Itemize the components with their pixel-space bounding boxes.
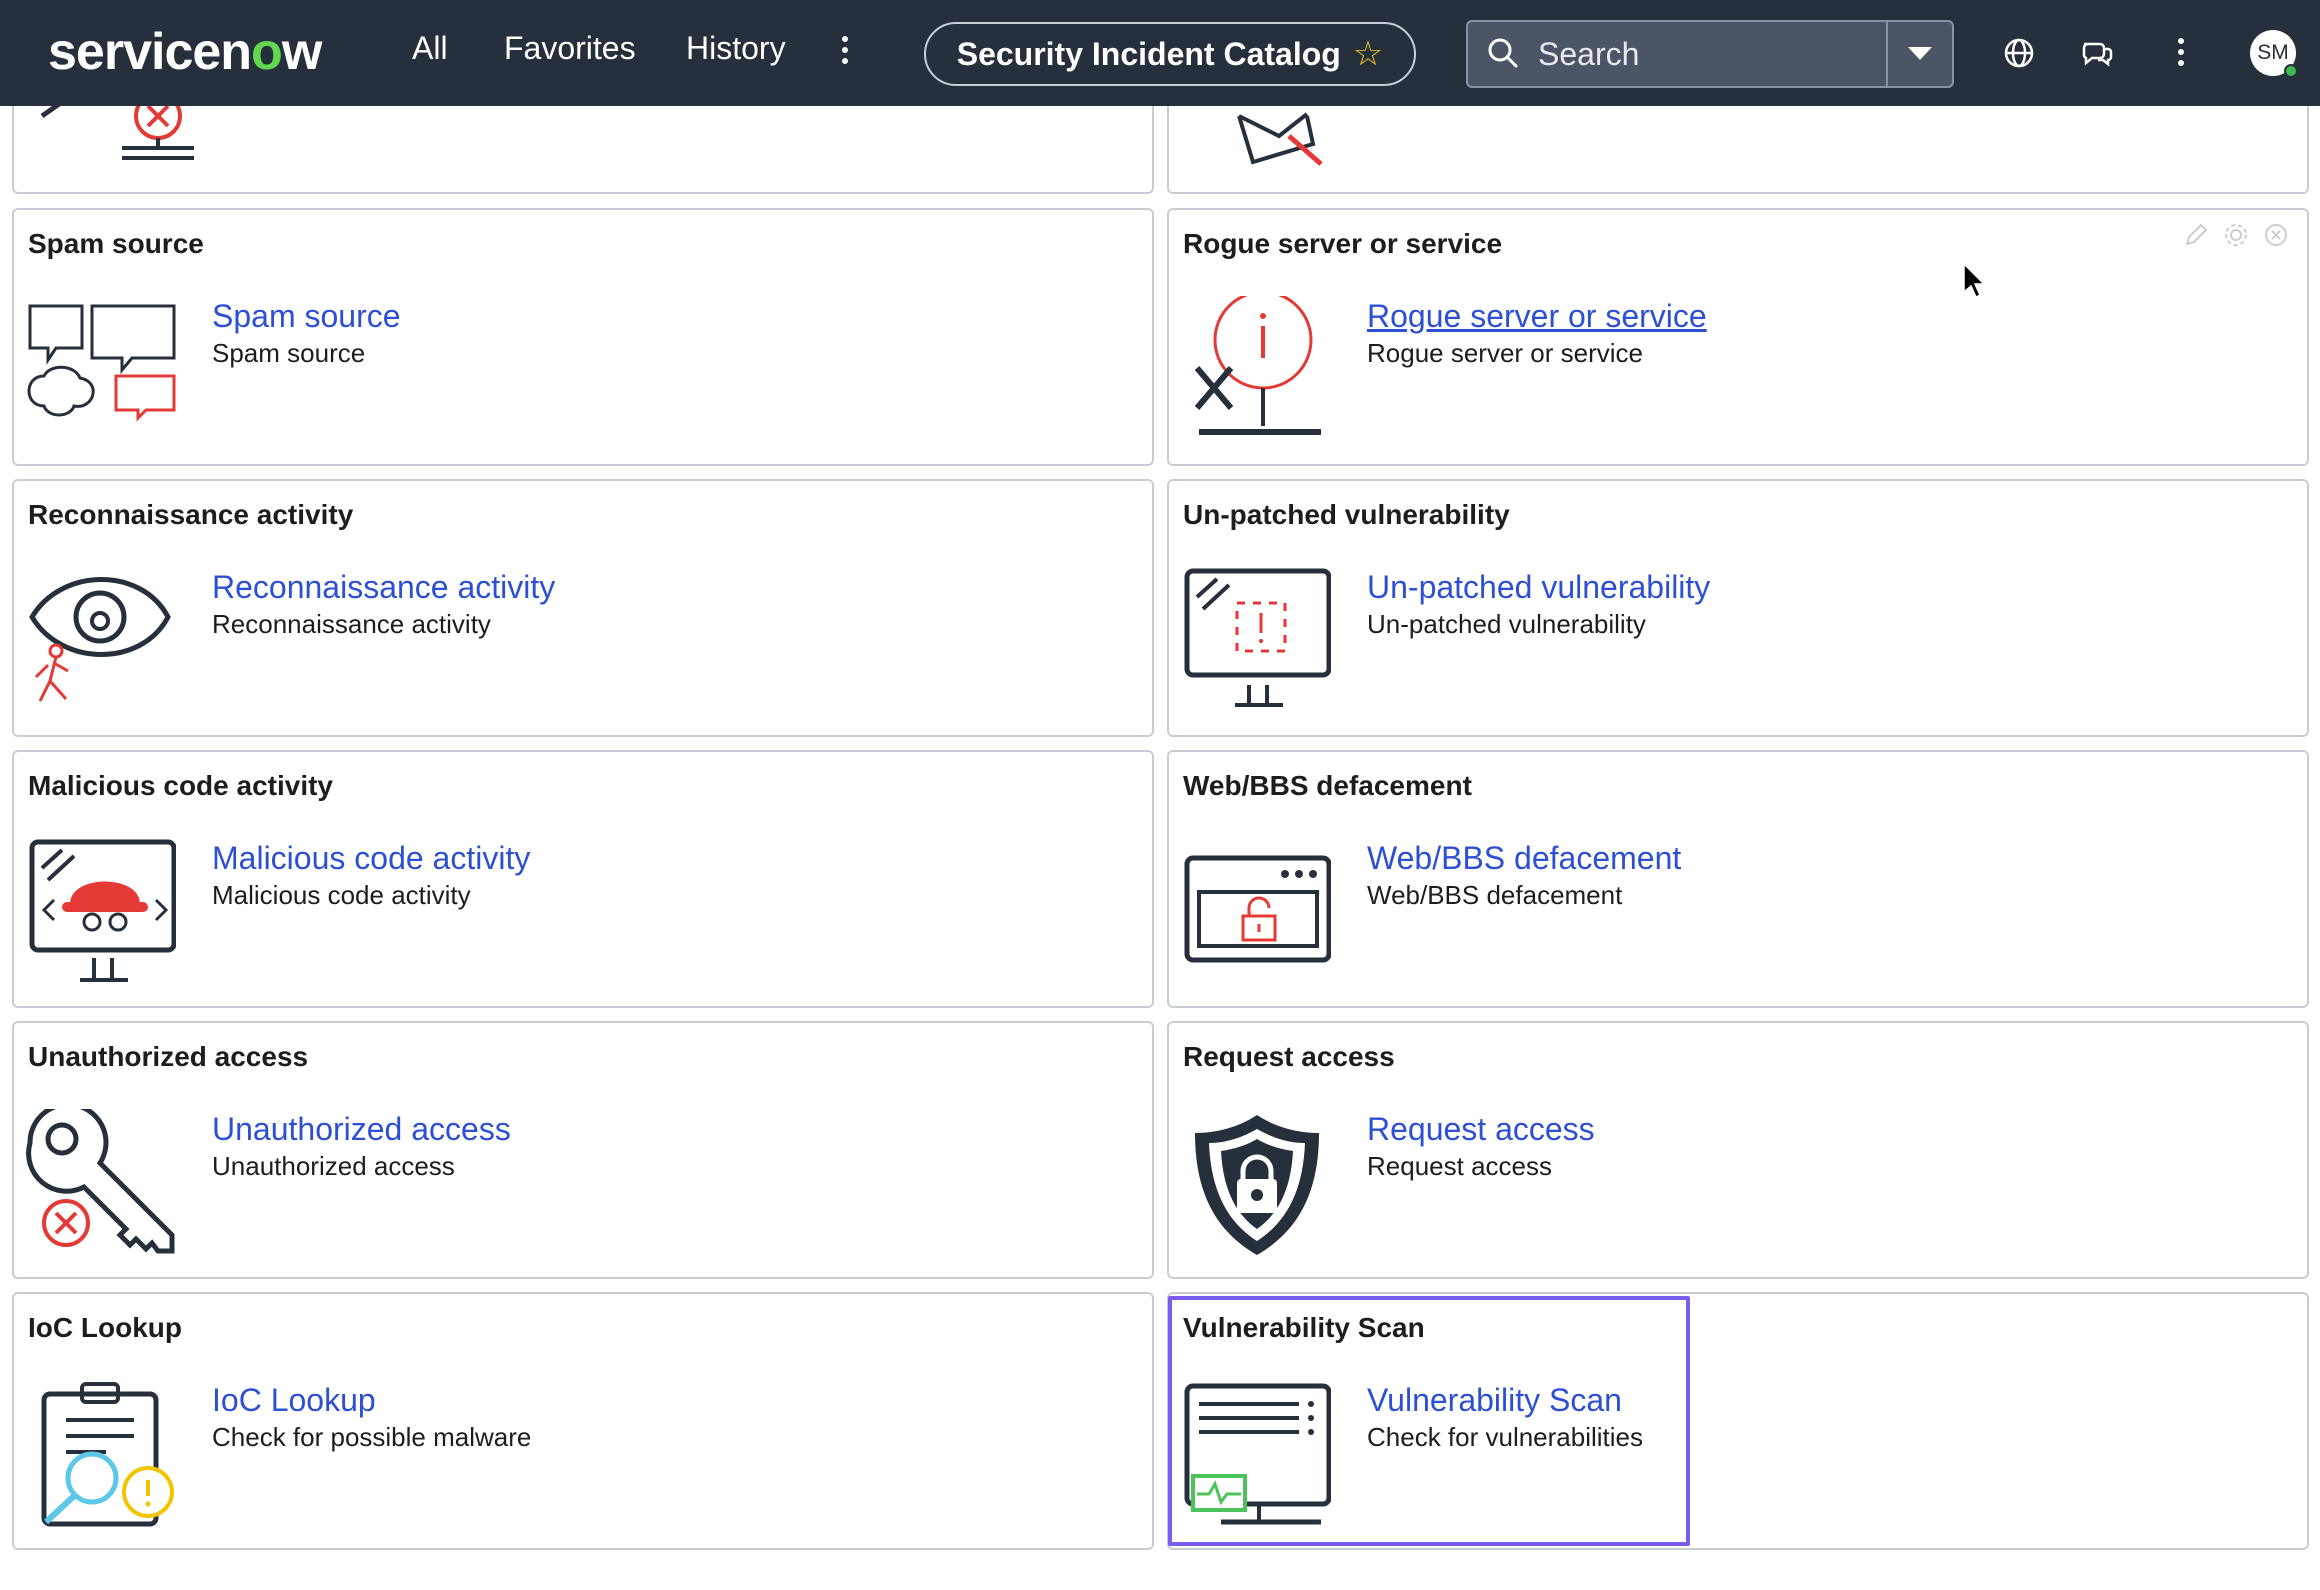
nav-more-menu-icon[interactable] bbox=[840, 36, 850, 72]
card-title: Vulnerability Scan bbox=[1183, 1312, 1425, 1343]
catalog-card-reconnaissance[interactable]: Reconnaissance activity Reconnaissance a… bbox=[12, 479, 1154, 737]
nav-all-menu[interactable]: All bbox=[412, 30, 448, 67]
monitor-alert-icon bbox=[1184, 568, 1331, 707]
search-scope-dropdown[interactable] bbox=[1886, 22, 1952, 86]
card-title: Unauthorized access bbox=[28, 1041, 309, 1072]
catalog-card-unauthorized-access[interactable]: Unauthorized access Unauthorized access … bbox=[12, 1021, 1154, 1279]
servicenow-logo[interactable]: servicenow bbox=[48, 22, 322, 82]
nav-favorites-menu[interactable]: Favorites bbox=[504, 30, 636, 67]
card-description: Request access bbox=[1367, 1151, 1552, 1181]
nav-history-menu[interactable]: History bbox=[686, 30, 786, 67]
online-status-icon bbox=[2284, 64, 2298, 78]
chat-icon[interactable] bbox=[2080, 36, 2114, 70]
remove-close-icon[interactable] bbox=[2263, 222, 2289, 248]
card-title: Malicious code activity bbox=[28, 770, 333, 801]
monitor-spy-icon bbox=[29, 839, 176, 982]
card-title: Spam source bbox=[28, 228, 204, 259]
rogue-server-icon bbox=[1194, 296, 1321, 435]
shield-lock-icon bbox=[1195, 1115, 1319, 1255]
catalog-card-spam-source[interactable]: Spam source Spam source Spam source bbox=[12, 208, 1154, 466]
card-title: Web/BBS defacement bbox=[1183, 770, 1472, 801]
card-description: Rogue server or service bbox=[1367, 338, 1643, 368]
global-search[interactable]: Search bbox=[1466, 20, 1954, 88]
catalog-card-web-defacement[interactable]: Web/BBS defacement Web/BBS defacement We… bbox=[1167, 750, 2309, 1008]
card-link[interactable]: Unauthorized access bbox=[212, 1111, 511, 1148]
card-description: Reconnaissance activity bbox=[212, 609, 491, 639]
search-icon bbox=[1488, 38, 1518, 68]
context-title: Security Incident Catalog bbox=[956, 35, 1341, 72]
context-title-pill[interactable]: Security Incident Catalog ☆ bbox=[924, 22, 1416, 86]
catalog-card-ioc-lookup[interactable]: IoC Lookup IoC Lookup Check for possible… bbox=[12, 1292, 1154, 1550]
header-more-icon[interactable] bbox=[2176, 38, 2186, 74]
catalog-card-unpatched-vulnerability[interactable]: Un-patched vulnerability Un-patched vuln… bbox=[1167, 479, 2309, 737]
card-link[interactable]: Reconnaissance activity bbox=[212, 569, 555, 606]
card-link[interactable]: Web/BBS defacement bbox=[1367, 840, 1681, 877]
avatar-initials: SM bbox=[2257, 41, 2289, 64]
card-link[interactable]: Request access bbox=[1367, 1111, 1595, 1148]
card-link[interactable]: Spam source bbox=[212, 298, 401, 335]
card-link[interactable]: IoC Lookup bbox=[212, 1382, 376, 1419]
globe-icon[interactable] bbox=[2002, 36, 2036, 70]
card-description: Check for possible malware bbox=[212, 1422, 532, 1452]
card-title: Rogue server or service bbox=[1183, 228, 1503, 259]
card-description: Un-patched vulnerability bbox=[1367, 609, 1646, 639]
card-title: Request access bbox=[1183, 1041, 1395, 1072]
card-link[interactable]: Malicious code activity bbox=[212, 840, 530, 877]
card-title: Un-patched vulnerability bbox=[1183, 499, 1510, 530]
card-description: Unauthorized access bbox=[212, 1151, 455, 1181]
card-link[interactable]: Rogue server or service bbox=[1367, 298, 1707, 335]
caret-down-icon bbox=[1908, 47, 1932, 60]
card-title: IoC Lookup bbox=[28, 1312, 182, 1343]
browser-unlock-icon bbox=[1184, 855, 1331, 963]
card-toolbar bbox=[2183, 222, 2289, 248]
catalog-card-malicious-code[interactable]: Malicious code activity Malicious code a… bbox=[12, 750, 1154, 1008]
catalog-card-rogue-server[interactable]: Rogue server or service Rogue server or … bbox=[1167, 208, 2309, 466]
card-title: Reconnaissance activity bbox=[28, 499, 354, 530]
search-input[interactable]: Search bbox=[1538, 36, 1886, 73]
eye-walker-icon bbox=[29, 577, 171, 702]
edit-pencil-icon[interactable] bbox=[2183, 222, 2209, 248]
favorite-star-icon[interactable]: ☆ bbox=[1353, 34, 1383, 74]
spam-chat-bubbles-icon bbox=[27, 304, 176, 422]
catalog-card-vulnerability-scan[interactable]: Vulnerability Scan Vulnerability Scan Ch… bbox=[1167, 1292, 2309, 1550]
card-link[interactable]: Un-patched vulnerability bbox=[1367, 569, 1710, 606]
card-description: Check for vulnerabilities bbox=[1367, 1422, 1644, 1452]
card-link[interactable]: Vulnerability Scan bbox=[1367, 1382, 1622, 1419]
card-description: Web/BBS defacement bbox=[1367, 880, 1623, 910]
key-denied-icon bbox=[26, 1109, 175, 1254]
card-description: Spam source bbox=[212, 338, 366, 368]
user-avatar[interactable]: SM bbox=[2250, 30, 2298, 78]
settings-gear-icon[interactable] bbox=[2223, 222, 2249, 248]
card-description: Malicious code activity bbox=[212, 880, 471, 910]
monitor-scan-icon bbox=[1184, 1383, 1331, 1525]
top-navigation-bar: servicenow All Favorites History Securit… bbox=[0, 0, 2320, 106]
catalog-card-request-access[interactable]: Request access Request access Request ac… bbox=[1167, 1021, 2309, 1279]
mouse-cursor-icon bbox=[1963, 262, 1986, 299]
clipboard-search-icon bbox=[41, 1382, 174, 1527]
